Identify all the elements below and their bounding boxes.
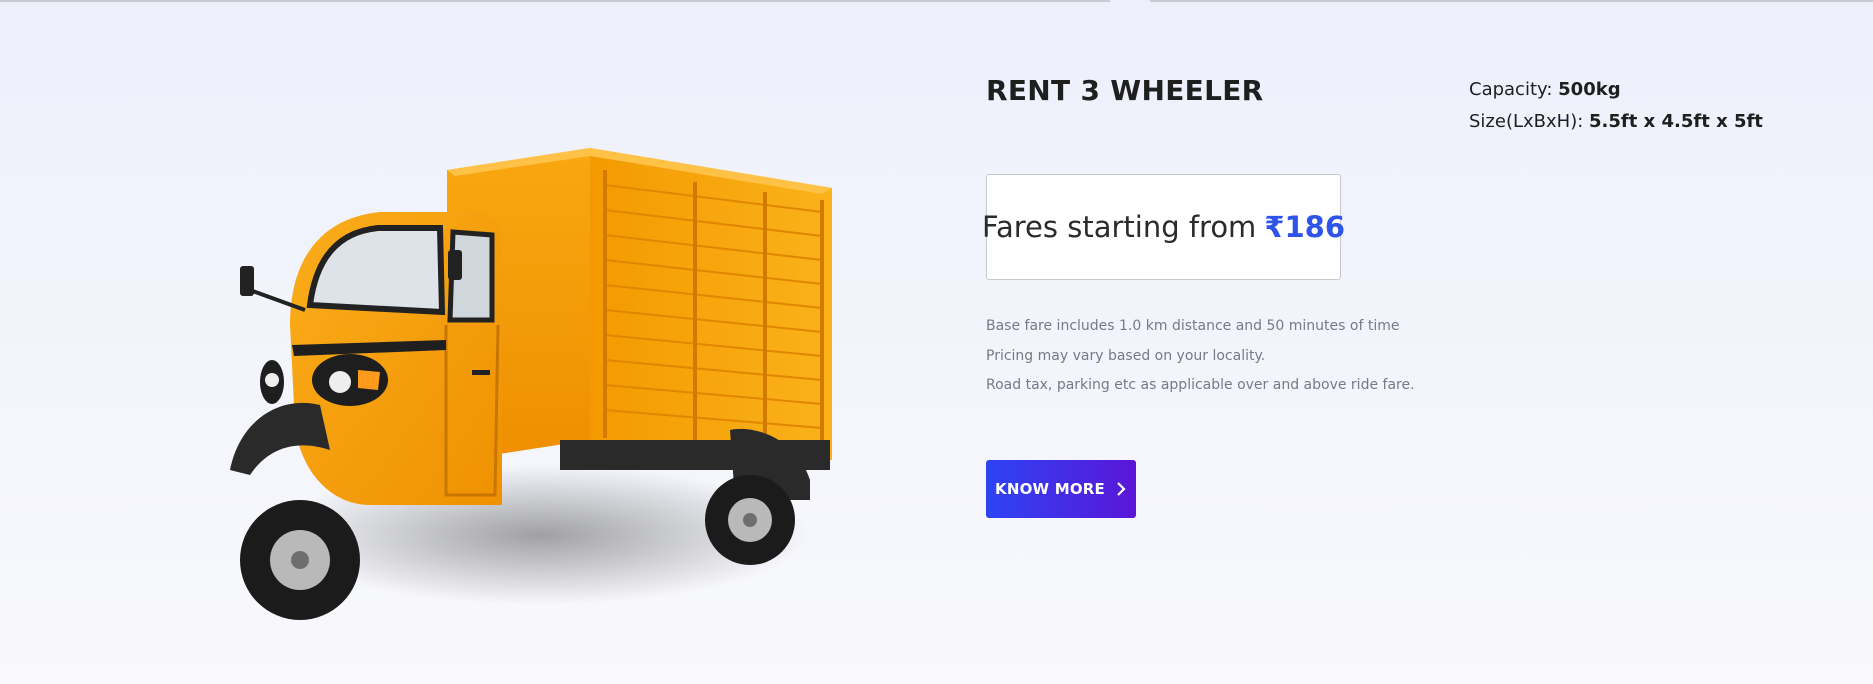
fare-box: Fares starting from ₹186 [982, 174, 1345, 280]
fare-amount: ₹186 [1264, 210, 1346, 244]
top-divider-notch [1110, 0, 1150, 3]
page-title: RENT 3 WHEELER [986, 74, 1264, 107]
top-divider [0, 0, 1873, 2]
fare-prefix: Fares starting from [981, 210, 1257, 244]
vehicle-image [230, 148, 832, 620]
size-value: 5.5ft x 4.5ft x 5ft [1589, 111, 1763, 132]
know-more-label: KNOW MORE [995, 480, 1105, 498]
fare-notes: Base fare includes 1.0 km distance and 5… [986, 312, 1415, 401]
fare-note: Road tax, parking etc as applicable over… [986, 377, 1415, 393]
chevron-right-icon [1117, 482, 1126, 496]
size-spec: Size(LxBxH): 5.5ft x 4.5ft x 5ft [1469, 106, 1763, 138]
capacity-value: 500kg [1558, 79, 1621, 100]
size-label: Size(LxBxH): [1469, 111, 1584, 132]
vehicle-specs: Capacity: 500kg Size(LxBxH): 5.5ft x 4.5… [1469, 74, 1763, 138]
know-more-button[interactable]: KNOW MORE [986, 460, 1136, 518]
capacity-label: Capacity: [1469, 79, 1553, 100]
fare-note: Pricing may vary based on your locality. [986, 347, 1266, 364]
capacity-spec: Capacity: 500kg [1469, 74, 1763, 106]
fare-note: Base fare includes 1.0 km distance and 5… [986, 318, 1400, 334]
